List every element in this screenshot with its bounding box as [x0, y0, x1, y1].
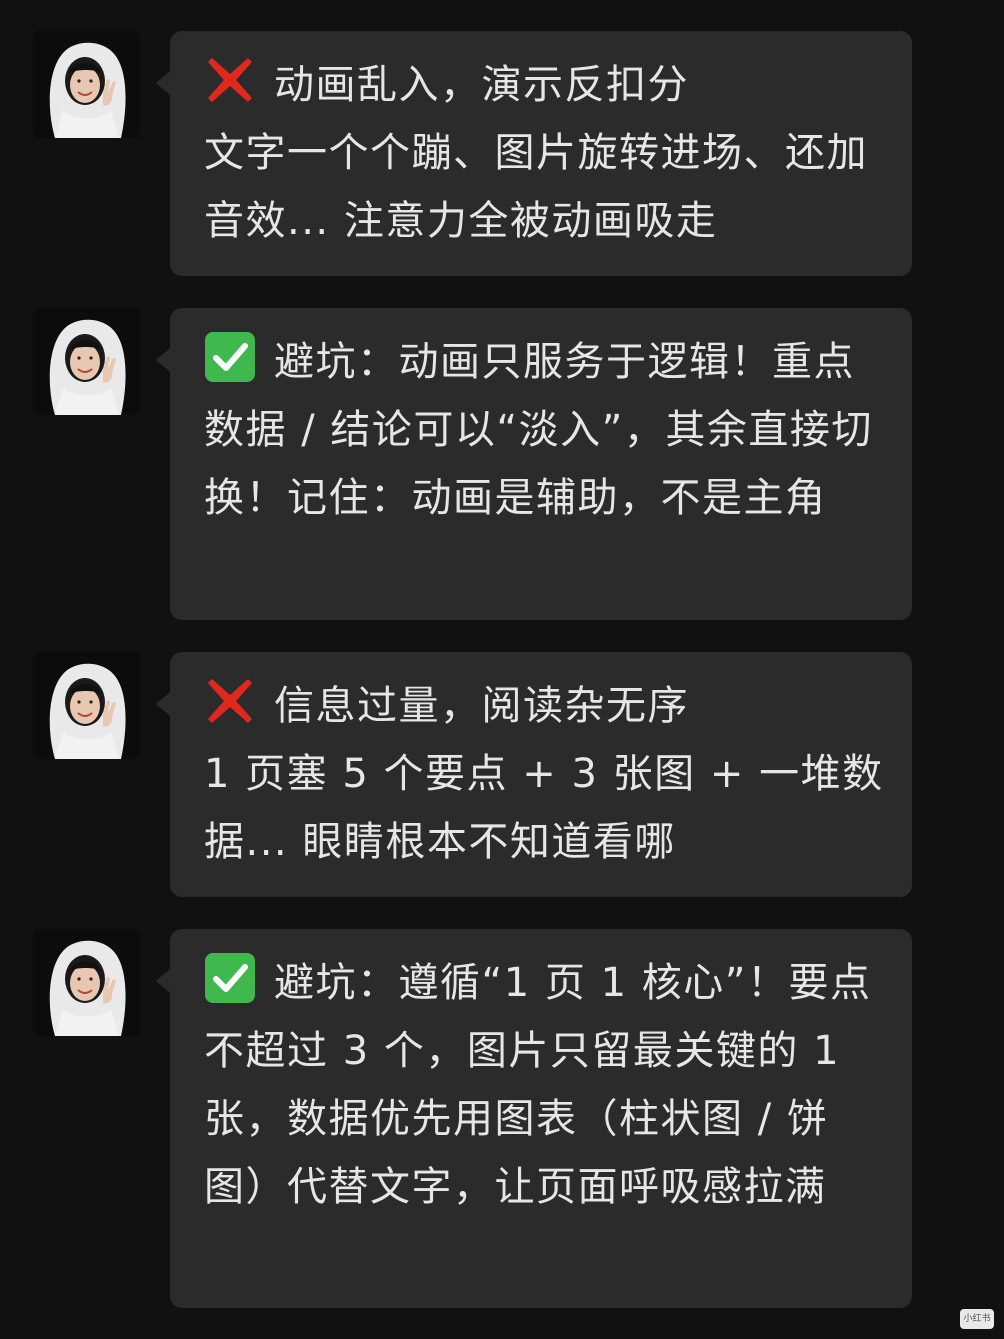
message-heading: 信息过量，阅读杂无序 — [274, 683, 689, 729]
check-mark-icon — [204, 331, 256, 383]
avatar[interactable] — [33, 929, 140, 1036]
cross-mark-icon — [204, 675, 256, 727]
avatar[interactable] — [33, 308, 140, 415]
watermark-logo: 小红书 — [960, 1309, 994, 1329]
cross-mark-icon — [204, 54, 256, 106]
message-bubble: 避坑：遵循“1 页 1 核心”！要点不超过 3 个，图片只留最关键的 1 张，数… — [156, 929, 912, 1308]
message-bubble: 避坑：动画只服务于逻辑！重点数据 / 结论可以“淡入”，其余直接切换！记住：动画… — [156, 308, 912, 620]
message-bubble: 动画乱入，演示反扣分 文字一个个蹦、图片旋转进场、还加音效... 注意力全被动画… — [156, 31, 912, 276]
message-heading: 避坑：动画只服务于逻辑！重点数据 / 结论可以“淡入”，其余直接切换！记住：动画… — [204, 339, 873, 521]
message-text: 避坑：遵循“1 页 1 核心”！要点不超过 3 个，图片只留最关键的 1 张，数… — [204, 949, 886, 1221]
message-body: 1 页塞 5 个要点 + 3 张图 + 一堆数据... 眼睛根本不知道看哪 — [204, 751, 884, 865]
avatar[interactable] — [33, 652, 140, 759]
message-text: 动画乱入，演示反扣分 文字一个个蹦、图片旋转进场、还加音效... 注意力全被动画… — [204, 51, 886, 255]
message-heading: 避坑：遵循“1 页 1 核心”！要点不超过 3 个，图片只留最关键的 1 张，数… — [204, 960, 872, 1210]
message-text: 避坑：动画只服务于逻辑！重点数据 / 结论可以“淡入”，其余直接切换！记住：动画… — [204, 328, 886, 532]
message-body: 文字一个个蹦、图片旋转进场、还加音效... 注意力全被动画吸走 — [204, 130, 868, 244]
message-text: 信息过量，阅读杂无序 1 页塞 5 个要点 + 3 张图 + 一堆数据... 眼… — [204, 672, 886, 876]
check-mark-icon — [204, 952, 256, 1004]
message-bubble: 信息过量，阅读杂无序 1 页塞 5 个要点 + 3 张图 + 一堆数据... 眼… — [156, 652, 912, 897]
message-heading: 动画乱入，演示反扣分 — [274, 62, 689, 108]
avatar[interactable] — [33, 31, 140, 138]
